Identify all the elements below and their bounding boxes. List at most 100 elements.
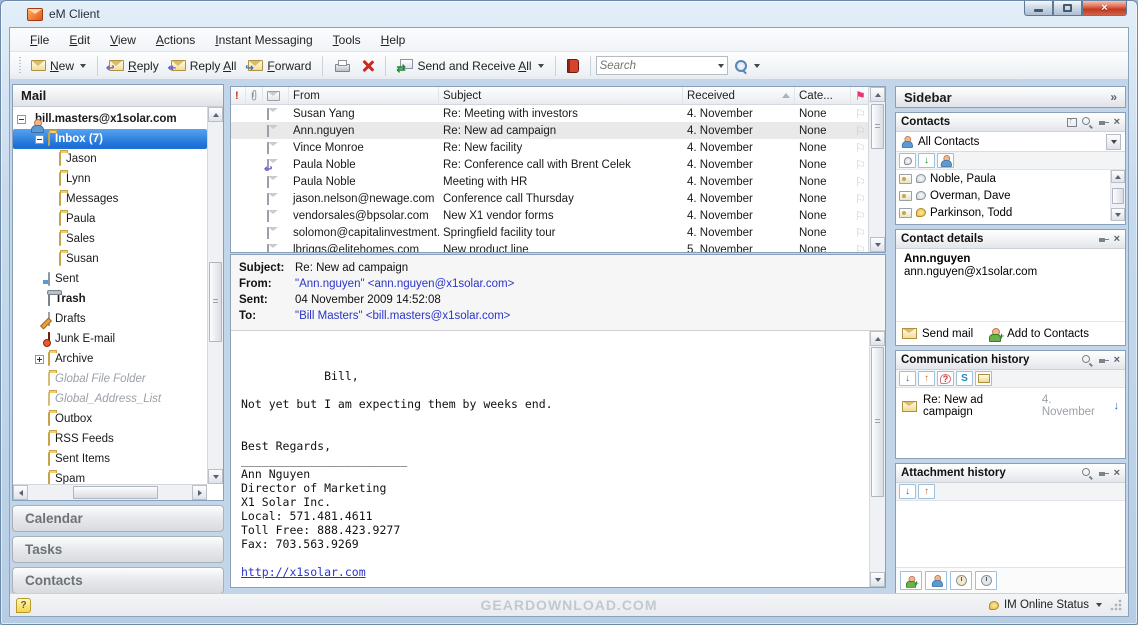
menu-edit[interactable]: Edit	[59, 29, 100, 51]
scroll-up-button[interactable]	[1111, 170, 1125, 183]
alarm-button[interactable]	[975, 571, 997, 590]
menu-file[interactable]: File	[20, 29, 59, 51]
folder-susan[interactable]: Susan	[13, 249, 207, 269]
history-button[interactable]	[950, 571, 972, 590]
menu-help[interactable]: Help	[371, 29, 416, 51]
skype-filter-button[interactable]: S	[956, 371, 973, 386]
popout-icon[interactable]	[1067, 118, 1077, 127]
scroll-thumb[interactable]	[1112, 188, 1124, 204]
search-icon[interactable]	[1082, 117, 1093, 128]
status-filter-button[interactable]	[899, 153, 916, 168]
search-icon[interactable]	[1082, 468, 1093, 479]
scroll-down-button[interactable]	[208, 469, 223, 484]
search-button[interactable]	[728, 56, 766, 76]
flag-outline-icon[interactable]: ⚐	[855, 124, 868, 138]
mail-panel-header[interactable]: Mail	[13, 85, 223, 107]
address-book-button[interactable]	[561, 56, 585, 76]
search-icon[interactable]	[1082, 355, 1093, 366]
incoming-filter-button[interactable]: ↓	[899, 484, 916, 499]
folder-sent-items[interactable]: Sent Items	[13, 449, 207, 469]
chat-filter-button[interactable]: ?	[937, 371, 954, 386]
attachment-column-header[interactable]	[246, 87, 263, 104]
contacts-scrollbar[interactable]	[1110, 170, 1125, 221]
pin-icon[interactable]	[1098, 117, 1109, 128]
history-item[interactable]: Re: New ad campaign 4. November ↓	[896, 388, 1125, 418]
scroll-up-button[interactable]	[208, 107, 223, 122]
incoming-filter-button[interactable]: ↓	[899, 371, 916, 386]
outgoing-filter-button[interactable]: ↑	[918, 484, 935, 499]
im-status-dropdown-icon[interactable]	[1096, 603, 1102, 607]
message-row[interactable]: Susan Yang Re: Meeting with investors 4.…	[231, 105, 868, 122]
scroll-left-button[interactable]	[13, 485, 28, 500]
close-icon[interactable]: ×	[1114, 234, 1120, 245]
new-button[interactable]: New	[25, 56, 92, 76]
folder-sales[interactable]: Sales	[13, 229, 207, 249]
preview-scrollbar[interactable]	[869, 331, 885, 587]
flag-outline-icon[interactable]: ⚐	[855, 141, 868, 155]
folder-global-file[interactable]: Global File Folder	[13, 369, 207, 389]
message-row[interactable]: vendorsales@bpsolar.com New X1 vendor fo…	[231, 207, 868, 224]
calendar-nav-button[interactable]: Calendar	[12, 505, 224, 532]
close-button[interactable]: ×	[1082, 1, 1127, 16]
flag-outline-icon[interactable]: ⚐	[855, 107, 868, 121]
message-row[interactable]: Paula Noble Meeting with HR 4. November …	[231, 173, 868, 190]
add-contact-button[interactable]	[937, 153, 954, 168]
tree-account[interactable]: bill.masters@x1solar.com	[13, 109, 207, 129]
scroll-down-button[interactable]	[1111, 208, 1125, 221]
contact-row[interactable]: Overman, Dave	[896, 187, 1125, 204]
contact-row[interactable]: Noble, Paula	[896, 170, 1125, 187]
folder-junk[interactable]: Junk E-mail	[13, 329, 207, 349]
folder-drafts[interactable]: Drafts	[13, 309, 207, 329]
scroll-thumb[interactable]	[73, 486, 158, 499]
flag-outline-icon[interactable]: ⚐	[855, 226, 868, 240]
folder-rss[interactable]: RSS Feeds	[13, 429, 207, 449]
pin-icon[interactable]	[1098, 355, 1109, 366]
reply-all-button[interactable]: ↞ Reply All	[165, 56, 243, 76]
collapse-icon[interactable]	[17, 115, 26, 124]
flag-outline-icon[interactable]: ⚐	[855, 158, 868, 172]
scroll-thumb[interactable]	[209, 262, 222, 342]
send-receive-button[interactable]: Send and Receive All	[391, 56, 549, 76]
scroll-up-button[interactable]	[870, 87, 885, 102]
folder-trash[interactable]: Trash	[13, 289, 207, 309]
category-column-header[interactable]: Cate...	[795, 87, 851, 104]
tree-horizontal-scrollbar[interactable]	[13, 484, 207, 500]
sidebar-header[interactable]: Sidebar »	[895, 86, 1126, 108]
scroll-thumb[interactable]	[871, 347, 884, 497]
contacts-filter[interactable]: All Contacts	[896, 132, 1125, 152]
new-dropdown-icon[interactable]	[80, 64, 86, 68]
importance-column-header[interactable]: !	[231, 87, 246, 104]
filter-dropdown-button[interactable]	[1106, 134, 1121, 150]
folder-global-address-list[interactable]: Global_Address_List	[13, 389, 207, 409]
message-row[interactable]: solomon@capitalinvestment. Springfield f…	[231, 224, 868, 241]
message-row[interactable]: jason.nelson@newage.com Conference call …	[231, 190, 868, 207]
scroll-down-button[interactable]	[870, 237, 885, 252]
received-column-header[interactable]: Received	[683, 87, 795, 104]
expand-icon[interactable]	[35, 355, 44, 364]
contact-button[interactable]	[925, 571, 947, 590]
folder-messages[interactable]: Messages	[13, 189, 207, 209]
resize-grip[interactable]	[1110, 599, 1122, 611]
close-icon[interactable]: ×	[1114, 117, 1120, 128]
reply-button[interactable]: ↩ Reply	[103, 56, 165, 76]
body-link[interactable]: http://x1solar.com	[241, 565, 366, 579]
folder-lynn[interactable]: Lynn	[13, 169, 207, 189]
preview-to-link[interactable]: "Bill Masters" <bill.masters@x1solar.com…	[295, 308, 510, 324]
flag-outline-icon[interactable]: ⚐	[855, 192, 868, 206]
menu-tools[interactable]: Tools	[323, 29, 371, 51]
help-icon[interactable]: ?	[16, 598, 31, 613]
pin-icon[interactable]	[1098, 468, 1109, 479]
folder-archive[interactable]: Archive	[13, 349, 207, 369]
flag-outline-icon[interactable]: ⚐	[855, 243, 868, 253]
search-options-dropdown-icon[interactable]	[754, 64, 760, 68]
message-row-selected[interactable]: Ann.nguyen Re: New ad campaign 4. Novemb…	[231, 122, 868, 139]
sidebar-collapse-icon[interactable]: »	[1110, 90, 1117, 104]
tree-vertical-scrollbar[interactable]	[207, 107, 223, 484]
mail-filter-button[interactable]	[975, 371, 992, 386]
search-box[interactable]	[596, 56, 728, 75]
menu-actions[interactable]: Actions	[146, 29, 205, 51]
sort-button[interactable]: ↓	[918, 153, 935, 168]
folder-paula[interactable]: Paula	[13, 209, 207, 229]
forward-button[interactable]: ↪ Forward	[242, 56, 317, 76]
im-online-status[interactable]: IM Online Status	[989, 599, 1102, 611]
